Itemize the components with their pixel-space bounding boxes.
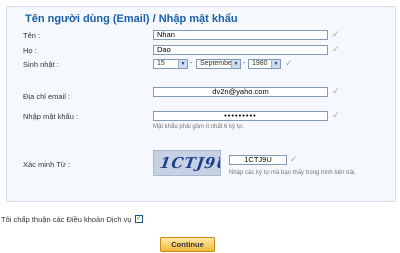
- birth-year-select[interactable]: 1980 ▼: [248, 59, 281, 69]
- birth-day-select[interactable]: 15 ▼: [153, 59, 188, 69]
- terms-label: Tôi chấp thuận các Điều khoản Dịch vụ: [1, 215, 132, 224]
- terms-checkbox[interactable]: ✓: [135, 215, 143, 223]
- first-name-input[interactable]: Nhan: [153, 30, 328, 40]
- birthday-separator: -: [243, 60, 246, 67]
- captcha-check-icon: ✓: [290, 154, 298, 164]
- email-input[interactable]: dv2n@yaho.com: [153, 87, 328, 97]
- password-check-icon: ✓: [332, 110, 340, 120]
- birth-day-value: 15: [157, 60, 165, 67]
- chevron-down-icon: ▼: [231, 60, 240, 68]
- password-label: Nhập mật khẩu :: [23, 112, 79, 121]
- first-name-label: Tên :: [23, 31, 41, 40]
- last-name-label: Họ :: [23, 46, 37, 55]
- password-hint: Mật khẩu phải gồm ít nhất 6 ký tự.: [153, 124, 245, 130]
- last-name-input[interactable]: Dao: [153, 45, 328, 55]
- continue-button[interactable]: Continue: [160, 237, 215, 252]
- birthday-separator: -: [190, 60, 193, 67]
- first-name-check-icon: ✓: [332, 29, 340, 39]
- email-check-icon: ✓: [332, 86, 340, 96]
- chevron-down-icon: ▼: [178, 60, 187, 68]
- birth-month-value: September: [200, 60, 235, 67]
- chevron-down-icon: ▼: [271, 60, 280, 68]
- last-name-check-icon: ✓: [332, 44, 340, 54]
- captcha-input[interactable]: 1CTJ9U: [229, 155, 287, 165]
- captcha-image: 1CTJ9U: [153, 150, 221, 176]
- captcha-hint: Nhập các ký tự mà bạn thấy trong hình bê…: [229, 170, 357, 176]
- birth-month-select[interactable]: September ▼: [196, 59, 241, 69]
- birth-year-value: 1980: [252, 60, 268, 67]
- captcha-image-text: 1CTJ9U: [158, 154, 221, 172]
- captcha-label: Xác minh Từ :: [23, 160, 70, 169]
- form-title: Tên người dùng (Email) / Nhập mật khẩu: [25, 13, 238, 25]
- birthday-label: Sinh nhật :: [23, 60, 59, 69]
- birthday-check-icon: ✓: [285, 58, 293, 68]
- email-label: Địa chỉ email :: [23, 92, 71, 101]
- password-input[interactable]: •••••••••: [153, 111, 328, 121]
